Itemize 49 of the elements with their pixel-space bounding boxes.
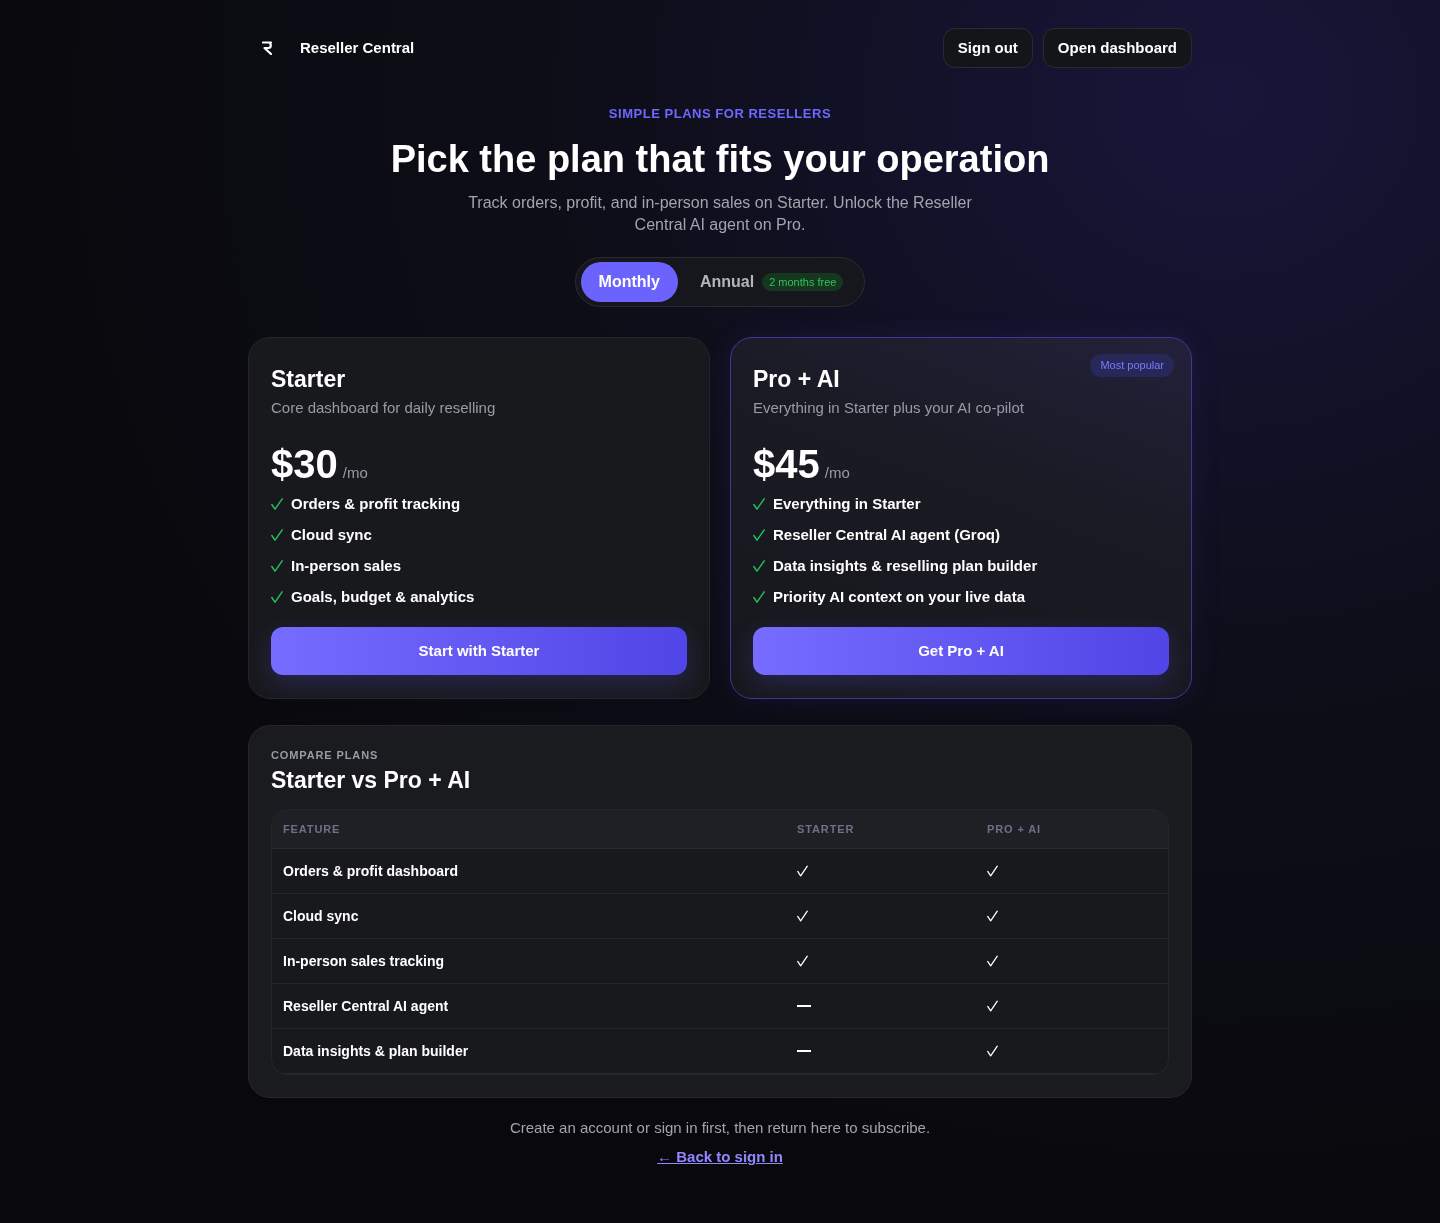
plan-feature: Cloud sync [291, 525, 372, 545]
check-icon [271, 529, 283, 541]
billing-tab[interactable]: Monthly [580, 262, 678, 302]
comparison-title: Starter vs Pro + AI [271, 766, 471, 794]
table-cell-text: Reseller Central AI agent [282, 996, 450, 1016]
plan-feature: In-person sales [291, 556, 402, 576]
price-period: /mo [342, 463, 368, 483]
header-button[interactable]: Open dashboard [1042, 28, 1192, 68]
check-icon [271, 591, 283, 603]
check-icon [753, 560, 765, 572]
back-to-sign-in-link[interactable]: ← Back to sign in [657, 1146, 783, 1168]
table-cell-text: Cloud sync [282, 906, 360, 926]
plan-feature: Reseller Central AI agent (Groq) [773, 525, 1000, 545]
plan-description: Core dashboard for daily reselling [271, 398, 496, 418]
plan-feature: Data insights & reselling plan builder [773, 556, 1038, 576]
price-period: /mo [824, 463, 850, 483]
billing-tab[interactable]: Annual 2 months free [681, 262, 860, 302]
discount-badge: 2 months free [762, 273, 844, 291]
check-icon [271, 498, 283, 510]
plan-feature: Priority AI context on your live data [773, 587, 1025, 607]
hero-eyebrow: SIMPLE PLANS FOR RESELLERS [608, 105, 832, 123]
plan-price: $45 [753, 441, 820, 488]
most-popular-badge: Most popular [1090, 354, 1174, 377]
plan-feature: Goals, budget & analytics [291, 587, 475, 607]
plan-description: Everything in Starter plus your AI co-pilot [753, 398, 1024, 418]
column-header: PRO + AI [986, 821, 1042, 837]
column-header: FEATURE [282, 821, 342, 837]
footer-note: Create an account or sign in first, then return here to subscribe. [509, 1118, 931, 1138]
plan-name: Starter [271, 365, 346, 393]
hero-subtitle: Track orders, profit, and in-person sales on Starter. Unlock the Reseller Central AI agent on Pro. [467, 193, 973, 235]
check-icon [753, 498, 765, 510]
table-cell-text: Orders & profit dashboard [282, 861, 460, 881]
check-icon [753, 591, 765, 603]
comparison-eyebrow: COMPARE PLANS [271, 748, 379, 763]
check-icon [753, 529, 765, 541]
column-header: STARTER [796, 821, 856, 837]
header-button[interactable]: Sign out [942, 28, 1033, 68]
plan-price: $30 [271, 441, 338, 488]
plan-cta-button[interactable]: Start with Starter [271, 627, 687, 675]
plan-name: Pro + AI [753, 365, 840, 393]
brand-name: Reseller Central [300, 37, 415, 58]
logo-icon [262, 41, 274, 55]
plan-cta-button[interactable]: Get Pro + AI [753, 627, 1169, 675]
table-cell-text: In-person sales tracking [282, 951, 446, 971]
plan-feature: Everything in Starter [773, 494, 921, 514]
check-icon [271, 560, 283, 572]
table-cell-text: Data insights & plan builder [282, 1041, 470, 1061]
plan-feature: Orders & profit tracking [291, 494, 461, 514]
hero-title: Pick the plan that fits your operation [390, 137, 1050, 181]
